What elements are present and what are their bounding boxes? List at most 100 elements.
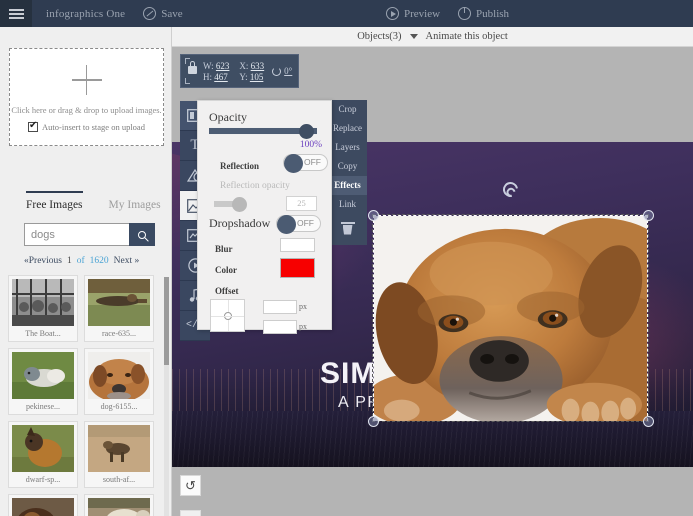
- list-item[interactable]: race-635...: [84, 275, 154, 342]
- publish-button[interactable]: Publish: [458, 7, 509, 20]
- thumbnail-label: dog-6155...: [100, 402, 138, 411]
- thumbnail-label: The Boat...: [25, 329, 61, 338]
- context-item-copy[interactable]: Copy: [328, 157, 367, 176]
- offset-x-input[interactable]: [263, 300, 297, 314]
- coordinate-fields: W: 623 X: 633 H: 467 Y: 105: [203, 61, 264, 82]
- search-icon: [138, 230, 146, 239]
- thumbnail-label: dwarf-sp...: [25, 475, 61, 484]
- y-field[interactable]: Y: 105: [239, 72, 264, 82]
- x-field[interactable]: X: 633: [239, 61, 264, 71]
- list-item[interactable]: [84, 494, 154, 516]
- project-title: infographics One: [46, 7, 126, 20]
- width-value[interactable]: 623: [216, 61, 230, 71]
- undo-button[interactable]: ↺: [180, 475, 201, 496]
- publish-label: Publish: [476, 7, 510, 20]
- reflection-opacity-slider[interactable]: [214, 197, 270, 212]
- list-item[interactable]: [8, 494, 78, 516]
- x-value[interactable]: 633: [251, 61, 265, 71]
- scrollbar-thumb[interactable]: [164, 277, 169, 365]
- pager-next[interactable]: Next »: [114, 256, 140, 266]
- animate-this-object-link[interactable]: Animate this object: [426, 31, 508, 42]
- resize-handle-bl[interactable]: [368, 416, 379, 427]
- resize-handle-tl[interactable]: [368, 210, 379, 221]
- thumbnail-image: [88, 425, 150, 472]
- object-context-menu: Crop Replace Layers Copy Effects Link: [328, 100, 367, 245]
- reflection-opacity-label: Reflection opacity: [220, 181, 290, 191]
- resize-handle-tr[interactable]: [643, 210, 654, 221]
- offset-pad-handle[interactable]: [223, 311, 232, 320]
- context-item-effects[interactable]: Effects: [328, 176, 367, 195]
- thumbnail-image: [12, 279, 74, 326]
- undo-icon: ↺: [185, 477, 196, 493]
- context-item-layers[interactable]: Layers: [328, 138, 367, 157]
- height-field[interactable]: H: 467: [203, 72, 229, 82]
- upload-dropzone[interactable]: Click here or drag & drop to upload imag…: [9, 48, 164, 146]
- offset-pad[interactable]: [210, 299, 245, 332]
- save-button[interactable]: Save: [143, 7, 183, 20]
- chevron-down-icon[interactable]: [409, 34, 418, 39]
- list-item[interactable]: pekinese...: [8, 348, 78, 415]
- scroll-down-stub[interactable]: [180, 510, 201, 516]
- tab-my-images[interactable]: My Images: [109, 199, 161, 214]
- pagination: «Previous 1 of 1620 Next »: [24, 256, 139, 266]
- tab-free-images[interactable]: Free Images: [26, 191, 83, 214]
- auto-insert-row[interactable]: Auto-insert to stage on upload: [28, 120, 145, 132]
- blur-input[interactable]: [280, 238, 315, 252]
- list-item[interactable]: dwarf-sp...: [8, 421, 78, 488]
- opacity-slider-knob[interactable]: [299, 124, 314, 139]
- thumbnail-image: [12, 498, 74, 516]
- reflection-toggle[interactable]: OFF: [283, 154, 328, 173]
- height-label: H:: [203, 71, 212, 82]
- rotation-field[interactable]: 0°: [272, 66, 292, 76]
- shadow-color-swatch[interactable]: [280, 258, 315, 278]
- rotation-value[interactable]: 0°: [284, 66, 292, 76]
- effects-panel: Opacity 100% Reflection OFF Reflection o…: [197, 100, 332, 334]
- y-value[interactable]: 105: [250, 72, 264, 82]
- offset-label: Offset: [215, 286, 239, 296]
- search-input[interactable]: [24, 223, 129, 246]
- objects-header: Objects(3) Animate this object: [172, 27, 693, 47]
- editor-area: Objects(3) Animate this object W: 623 X:…: [172, 27, 693, 516]
- delete-object-button[interactable]: [328, 214, 367, 242]
- top-bar: infographics One Save Preview Publish: [0, 0, 693, 27]
- preview-label: Preview: [404, 7, 441, 20]
- objects-count[interactable]: Objects(3): [357, 31, 401, 42]
- offset-y-input[interactable]: [263, 320, 297, 334]
- plus-icon: [71, 65, 102, 95]
- dog-photo: [374, 216, 647, 421]
- list-item[interactable]: The Boat...: [8, 275, 78, 342]
- width-label: W:: [203, 60, 214, 71]
- auto-insert-checkbox[interactable]: [28, 120, 39, 132]
- context-item-link[interactable]: Link: [328, 195, 367, 214]
- resize-handle-br[interactable]: [643, 416, 654, 427]
- images-sidebar: Click here or drag & drop to upload imag…: [0, 27, 172, 516]
- sidebar-scrollbar[interactable]: [164, 277, 169, 516]
- reflection-opacity-knob[interactable]: [232, 197, 247, 212]
- list-item[interactable]: dog-6155...: [84, 348, 154, 415]
- color-label: Color: [215, 265, 237, 275]
- thumbnail-image: [12, 425, 74, 472]
- auto-insert-label: Auto-insert to stage on upload: [42, 122, 145, 132]
- context-item-crop[interactable]: Crop: [328, 100, 367, 119]
- reflection-label: Reflection: [220, 161, 259, 171]
- width-field[interactable]: W: 623: [203, 61, 229, 71]
- dropshadow-toggle[interactable]: OFF: [276, 215, 321, 234]
- play-circle-icon: [386, 7, 399, 20]
- pager-previous[interactable]: «Previous: [24, 256, 62, 266]
- list-item[interactable]: south-af...: [84, 421, 154, 488]
- top-bar-actions: Preview Publish: [368, 0, 509, 27]
- search-button[interactable]: [129, 223, 155, 246]
- thumbnail-label: south-af...: [102, 475, 136, 484]
- context-item-replace[interactable]: Replace: [328, 119, 367, 138]
- height-value[interactable]: 467: [214, 72, 228, 82]
- preview-button[interactable]: Preview: [386, 7, 440, 20]
- save-icon: [143, 7, 157, 20]
- hamburger-icon[interactable]: [0, 0, 32, 27]
- offset-y-unit: px: [299, 322, 307, 331]
- lock-icon[interactable]: [184, 58, 199, 84]
- selected-image-object[interactable]: [372, 214, 649, 422]
- opacity-slider[interactable]: [209, 124, 317, 139]
- blur-label: Blur: [215, 244, 233, 254]
- rotate-handle-icon[interactable]: [500, 179, 521, 200]
- reflection-opacity-input[interactable]: 25: [286, 196, 317, 211]
